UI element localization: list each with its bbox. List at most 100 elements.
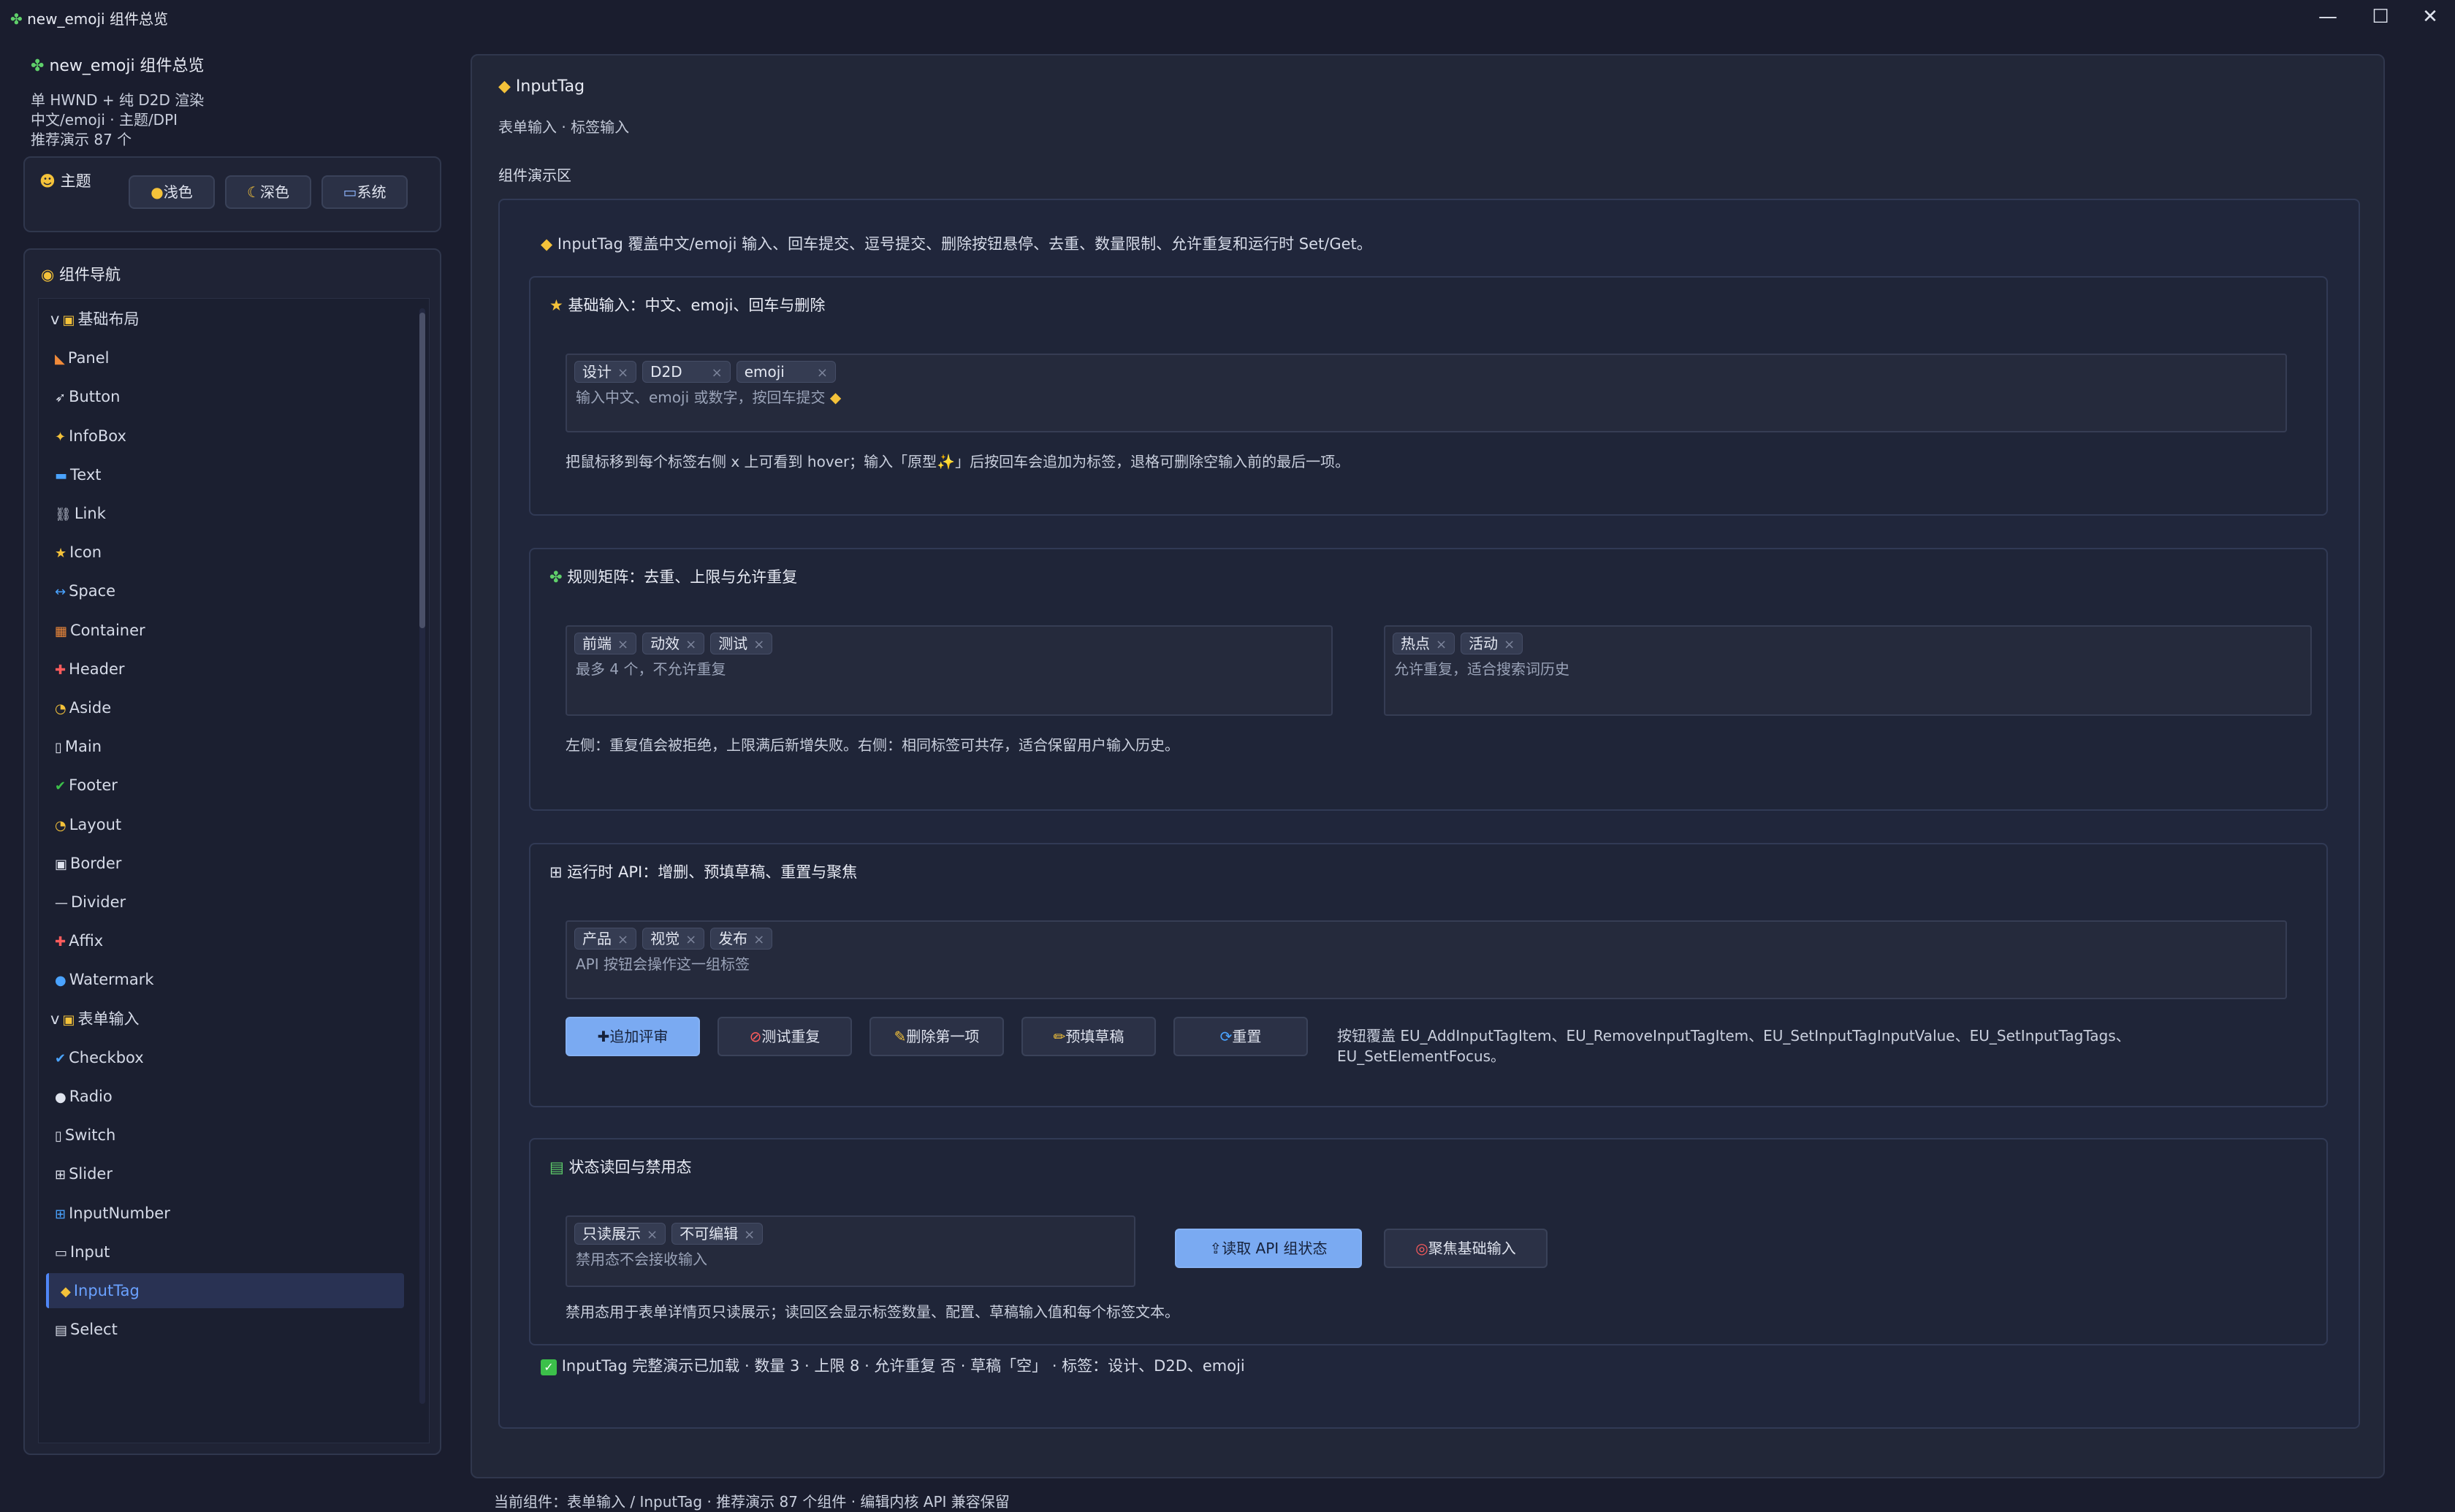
read-api-state-button[interactable]: ⇪读取 API 组状态 [1175, 1229, 1362, 1268]
nav-item-layout[interactable]: ◔ Layout [39, 807, 404, 842]
basic-tag-input[interactable]: 设计 × D2D × emoji × 输入中文、emoji 或数字，按回车提交 ◆ [566, 354, 2287, 432]
nav-item-header[interactable]: ✚ Header [39, 652, 404, 687]
rules-left-tag-list: 前端 × 动效 × 测试 × [574, 633, 778, 654]
nav-item-divider[interactable]: — Divider [39, 885, 404, 920]
sidebar-title: ✤ new_emoji 组件总览 [31, 53, 205, 76]
page-title: ◆ InputTag [498, 77, 585, 96]
nav-item-watermark[interactable]: ● Watermark [39, 962, 404, 997]
tag-close-icon[interactable]: × [617, 932, 628, 947]
nav-item-inputnumber[interactable]: ⊞ InputNumber [39, 1196, 404, 1231]
nav-item-label: Layout [69, 815, 122, 833]
maximize-button[interactable]: ☐ [2359, 3, 2402, 31]
nav-item-label: Affix [69, 932, 104, 950]
nav-group--[interactable]: v ▣ 表单输入 [39, 1001, 404, 1036]
prefill-draft-button[interactable]: ✏预填草稿 [1021, 1017, 1156, 1056]
chevron-down-icon[interactable]: v [50, 1010, 59, 1028]
nav-group--[interactable]: v ▣ 基础布局 [39, 302, 404, 337]
nav-item-border[interactable]: ▣ Border [39, 846, 404, 881]
nav-item-checkbox[interactable]: ✔ Checkbox [39, 1040, 404, 1075]
broom-icon: ✎ [894, 1028, 907, 1045]
focus-basic-input-button[interactable]: ◎聚焦基础输入 [1384, 1229, 1548, 1268]
rules-duplicate-tag-input[interactable]: 热点 × 活动 × 允许重复，适合搜索词历史 [1384, 625, 2312, 716]
test-duplicate-button[interactable]: ⊘测试重复 [718, 1017, 852, 1056]
api-tag-input[interactable]: 产品 × 视觉 × 发布 × API 按钮会操作这一组标签 [566, 920, 2287, 999]
theme-label-text: 主题 [60, 172, 91, 190]
tag-close-icon[interactable]: × [1504, 637, 1515, 652]
nav-item-main[interactable]: ▯ Main [39, 729, 404, 764]
read-api-state-label: 读取 API 组状态 [1222, 1240, 1328, 1257]
tag-close-icon[interactable]: × [817, 365, 828, 381]
theme-system-button[interactable]: ▭系统 [321, 175, 408, 209]
nav-item-label: Icon [69, 543, 102, 562]
nav-item-icon[interactable]: ★ Icon [39, 535, 404, 570]
nav-item-panel[interactable]: ◣ Panel [39, 340, 404, 375]
status-text: InputTag 完整演示已加载 · 数量 3 · 上限 8 · 允许重复 否 … [561, 1357, 1245, 1375]
minimize-button[interactable]: — [2306, 3, 2350, 31]
star-icon: ★ [549, 297, 563, 314]
nav-item-label: InputTag [73, 1282, 140, 1299]
theme-light-button[interactable]: ●浅色 [129, 175, 215, 209]
basic-input-placeholder: 输入中文、emoji 或数字，按回车提交 ◆ [576, 386, 841, 407]
section-basic-title-text: 基础输入：中文、emoji、回车与删除 [568, 297, 826, 314]
nav-item-label: Panel [67, 349, 110, 367]
nav-item-container[interactable]: ▦ Container [39, 613, 404, 648]
demo-area-label: 组件演示区 [498, 167, 571, 184]
sun-icon: ● [151, 183, 164, 201]
tag-chip: 产品 × [574, 928, 637, 950]
tag-close-icon[interactable]: × [753, 932, 764, 947]
remove-first-button[interactable]: ✎删除第一项 [869, 1017, 1004, 1056]
nav-item-button[interactable]: ➶ Button [39, 379, 404, 414]
refresh-icon: ⟳ [1219, 1028, 1233, 1045]
tag-chip: emoji × [736, 361, 836, 383]
reset-button[interactable]: ⟳重置 [1173, 1017, 1308, 1056]
section-rules-title: ✤ 规则矩阵：去重、上限与允许重复 [549, 565, 797, 587]
window-title: ✤ new_emoji 组件总览 [10, 7, 168, 28]
nav-item-link[interactable]: ⛓ Link [39, 496, 404, 531]
nav-item-input[interactable]: ▭ Input [39, 1234, 404, 1269]
page-subtitle: 表单输入 · 标签输入 [498, 118, 630, 136]
nav-item-footer[interactable]: ✔ Footer [39, 768, 404, 803]
nav-scrollbar-thumb[interactable] [419, 313, 425, 628]
chevron-down-icon[interactable]: v [50, 310, 59, 328]
tag-close-icon[interactable]: × [685, 637, 696, 652]
nav-item-label: Container [70, 621, 145, 639]
clock-icon: ◔ [55, 701, 66, 717]
add-review-button[interactable]: ✚追加评审 [566, 1017, 700, 1056]
nav-item-select[interactable]: ▤ Select [39, 1312, 404, 1347]
tag-close-icon[interactable]: × [617, 365, 628, 381]
nav-item-aside[interactable]: ◔ Aside [39, 690, 404, 725]
close-button[interactable]: ✕ [2408, 3, 2452, 31]
nav-item-text[interactable]: ▬ Text [39, 457, 404, 492]
basic-input-placeholder-text: 输入中文、emoji 或数字，按回车提交 [576, 389, 826, 406]
tag-close-icon[interactable]: × [753, 637, 764, 652]
nav-item-switch[interactable]: ▯ Switch [39, 1118, 404, 1153]
theme-system-label: 系统 [357, 183, 387, 201]
nav-item-affix[interactable]: ✚ Affix [39, 923, 404, 958]
prohibited-icon: ⊘ [749, 1028, 762, 1045]
nav-item-label: Button [69, 388, 121, 406]
nav-item-radio[interactable]: ● Radio [39, 1079, 404, 1114]
tag-close-icon[interactable]: × [685, 932, 696, 947]
page-title-text: InputTag [515, 77, 585, 96]
tag-close-icon[interactable]: × [712, 365, 723, 381]
section-basic: ★ 基础输入：中文、emoji、回车与删除 设计 × D2D × emoji × 输入中文… [529, 276, 2328, 516]
rules-unique-tag-input[interactable]: 前端 × 动效 × 测试 × 最多 4 个，不允许重复 [566, 625, 1333, 716]
compass-icon: ◉ [41, 266, 55, 283]
nav-item-space[interactable]: ↔ Space [39, 573, 404, 608]
nav-item-label: Input [70, 1242, 110, 1261]
footer-status: 当前组件：表单输入 / InputTag · 推荐演示 87 个组件 · 编辑内… [494, 1493, 1010, 1511]
nav-item-inputtag[interactable]: ◆ InputTag [46, 1273, 404, 1308]
tag-icon: ◆ [61, 1284, 71, 1299]
nav-item-label: Footer [69, 776, 118, 795]
tag-close-icon[interactable]: × [1436, 637, 1447, 652]
basic-note: 把鼠标移到每个标签右侧 x 上可看到 hover；输入「原型✨」后按回车会追加为… [566, 453, 1350, 470]
theme-dark-button[interactable]: ☾深色 [225, 175, 311, 209]
tag-close-icon: × [647, 1227, 658, 1242]
nav-item-infobox[interactable]: ✦ InfoBox [39, 419, 404, 454]
test-duplicate-label: 测试重复 [761, 1028, 821, 1045]
nav-item-slider[interactable]: ⊞ Slider [39, 1156, 404, 1191]
number-icon: ⊞ [55, 1206, 66, 1222]
section-api: ⊞ 运行时 API：增删、预填草稿、重置与聚焦 产品 × 视觉 × 发布 × API 按钮… [529, 843, 2328, 1107]
check-icon: ✔ [55, 779, 66, 795]
tag-close-icon[interactable]: × [617, 637, 628, 652]
